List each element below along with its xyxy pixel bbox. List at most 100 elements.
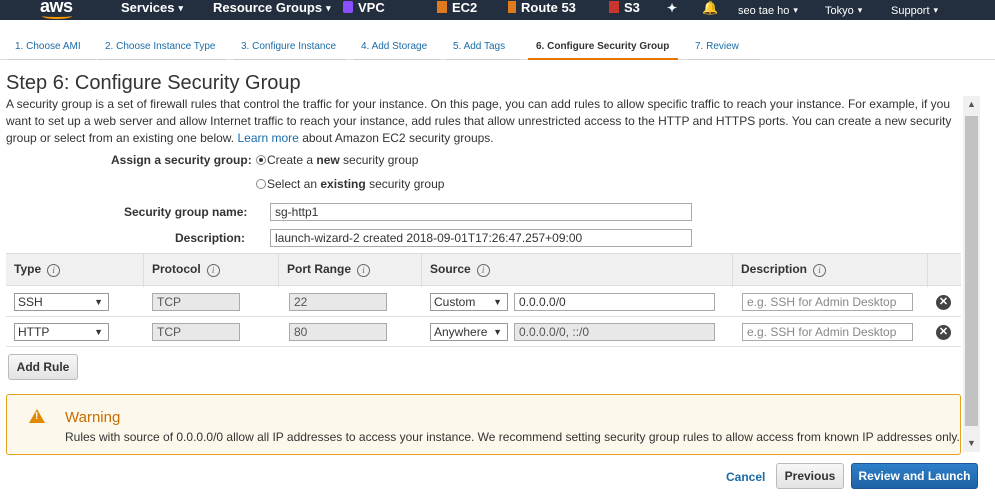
source-select[interactable]: Custom ▼ xyxy=(430,293,508,311)
scroll-up-icon[interactable]: ▲ xyxy=(963,96,980,113)
s3-icon xyxy=(609,1,619,13)
dropdown-arrow-icon: ▼ xyxy=(493,297,502,307)
chevron-down-icon: ▾ xyxy=(857,5,863,15)
step-add-tags[interactable]: 5. Add Tags xyxy=(446,36,520,60)
chevron-down-icon: ▾ xyxy=(793,5,798,15)
table-row: HTTP ▼ Anywhere ▼ ✕ xyxy=(6,317,961,347)
step-add-storage[interactable]: 4. Add Storage xyxy=(354,36,440,60)
remove-rule-icon[interactable]: ✕ xyxy=(936,325,951,340)
ec2-label: EC2 xyxy=(452,0,478,15)
info-icon[interactable]: i xyxy=(357,264,371,277)
radio-select-existing-group[interactable]: Select an existing security group xyxy=(256,177,444,191)
step-configure-instance[interactable]: 3. Configure Instance xyxy=(234,36,346,60)
source-select-value: Anywhere xyxy=(434,325,488,339)
top-nav-bar: aws Services ▾ Resource Groups ▾ VPC EC2 R… xyxy=(0,0,995,20)
protocol-field xyxy=(152,293,240,311)
type-select-value: HTTP xyxy=(18,325,50,339)
dropdown-arrow-icon: ▼ xyxy=(493,327,502,337)
source-select-value: Custom xyxy=(434,295,476,309)
radio-button[interactable] xyxy=(256,179,266,189)
type-select[interactable]: SSH ▼ xyxy=(14,293,109,311)
services-label: Services xyxy=(121,0,175,15)
review-and-launch-button[interactable]: Review and Launch xyxy=(851,463,978,489)
user-menu[interactable]: seo tae ho ▾ xyxy=(738,2,798,22)
dropdown-arrow-icon: ▼ xyxy=(94,297,103,307)
dropdown-arrow-icon: ▼ xyxy=(94,327,103,337)
assign-security-group-label: Assign a security group: xyxy=(111,153,252,167)
option-new-prefix: Create a xyxy=(267,153,317,167)
option-existing-suffix: security group xyxy=(365,177,445,191)
vpc-shortcut[interactable]: VPC xyxy=(343,0,385,20)
intro-suffix: about Amazon EC2 security groups. xyxy=(302,131,494,145)
vertical-scrollbar[interactable]: ▲ ▼ xyxy=(963,96,980,452)
step-configure-security-group[interactable]: 6. Configure Security Group xyxy=(528,36,678,60)
ec2-shortcut[interactable]: EC2 xyxy=(437,0,477,20)
chevron-down-icon: ▾ xyxy=(178,3,184,13)
warning-text: Rules with source of 0.0.0.0/0 allow all… xyxy=(65,430,960,444)
col-type-label: Type xyxy=(14,262,42,276)
resource-groups-menu[interactable]: Resource Groups ▾ xyxy=(213,0,331,20)
port-range-field xyxy=(289,323,387,341)
warning-title: Warning xyxy=(65,409,121,426)
user-name: seo tae ho xyxy=(738,5,790,17)
protocol-field xyxy=(152,323,240,341)
rule-description-input[interactable] xyxy=(742,293,913,311)
chevron-down-icon: ▾ xyxy=(933,5,939,15)
step-review[interactable]: 7. Review xyxy=(688,36,760,60)
col-source: Source i xyxy=(422,254,733,287)
vpc-icon xyxy=(343,1,353,13)
col-description-label: Description xyxy=(741,262,808,276)
description-label: Description: xyxy=(175,231,246,245)
source-cidr-input[interactable] xyxy=(514,293,715,311)
ec2-icon xyxy=(437,1,447,13)
rules-table-header: Type i Protocol i Port Range i Source i Desc… xyxy=(6,253,961,287)
scroll-down-icon[interactable]: ▼ xyxy=(963,435,980,452)
services-menu[interactable]: Services ▾ xyxy=(121,0,183,20)
region-menu[interactable]: Tokyo ▾ xyxy=(825,2,862,22)
info-icon[interactable]: i xyxy=(476,264,490,277)
radio-button-selected[interactable] xyxy=(256,155,266,165)
option-new-bold: new xyxy=(316,153,340,167)
route53-icon xyxy=(508,1,516,13)
type-select[interactable]: HTTP ▼ xyxy=(14,323,109,341)
scroll-thumb[interactable] xyxy=(965,116,978,426)
bell-icon[interactable]: 🔔 xyxy=(702,0,718,20)
port-range-field xyxy=(289,293,387,311)
option-existing-bold: existing xyxy=(320,177,366,191)
col-port-range: Port Range i xyxy=(279,254,422,287)
aws-logo-smile xyxy=(42,13,72,19)
remove-rule-icon[interactable]: ✕ xyxy=(936,295,951,310)
col-protocol-label: Protocol xyxy=(152,262,201,276)
type-select-value: SSH xyxy=(18,295,43,309)
info-icon[interactable]: i xyxy=(206,264,220,277)
radio-create-new-group[interactable]: Create a new security group xyxy=(256,153,418,167)
support-label: Support xyxy=(891,5,930,17)
step-choose-ami[interactable]: 1. Choose AMI xyxy=(8,36,96,60)
security-group-name-input[interactable] xyxy=(270,203,692,221)
learn-more-link[interactable]: Learn more xyxy=(237,131,298,145)
route53-shortcut[interactable]: Route 53 xyxy=(508,0,576,20)
info-icon[interactable]: i xyxy=(47,264,61,277)
col-source-label: Source xyxy=(430,262,471,276)
vpc-label: VPC xyxy=(358,0,385,15)
step-choose-instance-type[interactable]: 2. Choose Instance Type xyxy=(98,36,226,60)
col-description: Description i xyxy=(733,254,928,287)
info-icon[interactable]: i xyxy=(813,264,827,277)
s3-shortcut[interactable]: S3 xyxy=(609,0,640,20)
previous-button[interactable]: Previous xyxy=(776,463,844,489)
col-protocol: Protocol i xyxy=(144,254,279,287)
description-input[interactable] xyxy=(270,229,692,247)
rule-description-input[interactable] xyxy=(742,323,913,341)
resource-groups-label: Resource Groups xyxy=(213,0,323,15)
support-menu[interactable]: Support ▾ xyxy=(891,2,938,22)
table-row: SSH ▼ Custom ▼ ✕ xyxy=(6,287,961,317)
pin-icon[interactable]: ✦ xyxy=(667,0,677,20)
source-select[interactable]: Anywhere ▼ xyxy=(430,323,508,341)
warning-icon xyxy=(29,409,45,423)
option-new-suffix: security group xyxy=(339,153,419,167)
security-group-name-label: Security group name: xyxy=(124,205,248,219)
s3-label: S3 xyxy=(624,0,640,15)
add-rule-button[interactable]: Add Rule xyxy=(8,354,78,380)
cancel-link[interactable]: Cancel xyxy=(726,470,765,484)
wizard-steps: 1. Choose AMI 2. Choose Instance Type 3.… xyxy=(0,36,995,60)
